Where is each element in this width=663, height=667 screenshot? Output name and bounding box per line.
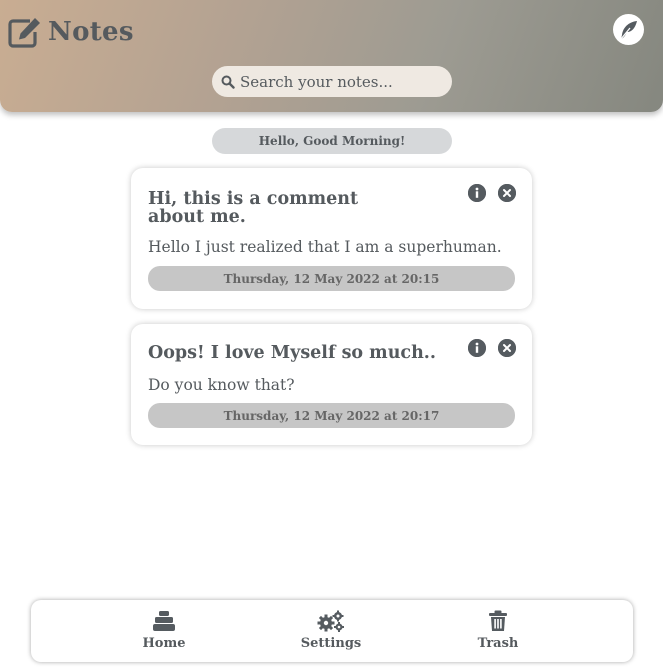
info-icon[interactable] — [468, 184, 486, 202]
nav-home-label: Home — [142, 636, 186, 651]
home-icon — [152, 610, 176, 632]
app-title: Notes — [8, 16, 134, 48]
nav-settings-button[interactable]: Settings — [286, 610, 376, 651]
gears-icon — [317, 610, 345, 632]
search-input[interactable] — [240, 72, 440, 91]
note-title: Hi, this is a comment about me. — [148, 189, 359, 227]
search-icon — [221, 75, 235, 89]
note-body: Hello I just realized that I am a superh… — [148, 238, 502, 256]
feather-icon — [618, 19, 640, 41]
search-bar[interactable] — [212, 66, 452, 97]
note-body: Do you know that? — [148, 376, 295, 394]
feather-button[interactable] — [613, 14, 644, 45]
nav-trash-label: Trash — [477, 636, 519, 651]
info-icon[interactable] — [468, 339, 486, 357]
delete-note-icon[interactable] — [498, 184, 516, 202]
edit-icon — [8, 16, 42, 48]
app-title-text: Notes — [48, 17, 134, 47]
greeting-badge: Hello, Good Morning! — [212, 128, 452, 154]
trash-icon — [488, 610, 508, 632]
note-card[interactable]: Hi, this is a comment about me. Hello I … — [131, 168, 532, 309]
delete-note-icon[interactable] — [498, 339, 516, 357]
note-title: Oops! I love Myself so much.. — [148, 343, 436, 363]
bottom-nav: Home Settings Trash — [31, 600, 633, 662]
nav-settings-label: Settings — [300, 636, 362, 651]
header: Notes — [0, 0, 663, 112]
nav-trash-button[interactable]: Trash — [453, 610, 543, 651]
note-date: Thursday, 12 May 2022 at 20:15 — [148, 266, 515, 291]
note-date: Thursday, 12 May 2022 at 20:17 — [148, 403, 515, 428]
note-card[interactable]: Oops! I love Myself so much.. Do you kno… — [131, 324, 532, 445]
nav-home-button[interactable]: Home — [119, 610, 209, 651]
